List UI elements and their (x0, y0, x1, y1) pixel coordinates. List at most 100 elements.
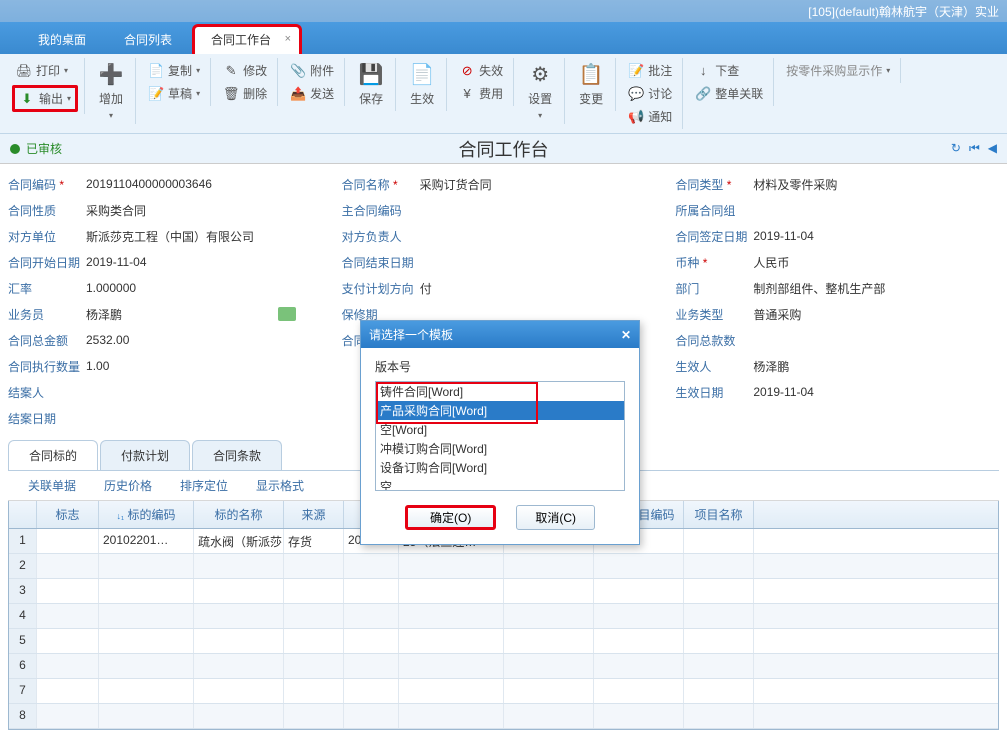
cell (344, 554, 399, 578)
cell (344, 704, 399, 728)
cell (37, 654, 99, 678)
floppy-icon: 💾 (359, 62, 383, 86)
cell (594, 554, 684, 578)
col-pname[interactable]: 项目名称 (684, 501, 754, 528)
ok-button[interactable]: 确定(O) (405, 505, 496, 530)
setup-button[interactable]: ⚙设置▾ (522, 60, 558, 122)
cell (99, 604, 194, 628)
draft-icon: 📝 (148, 86, 164, 102)
cell (284, 554, 344, 578)
gear-icon: ⚙ (528, 62, 552, 86)
cell (99, 654, 194, 678)
change-button[interactable]: 📋变更 (573, 60, 609, 109)
table-row[interactable]: 2 (9, 554, 998, 579)
list-item[interactable]: 空 (376, 477, 624, 491)
cell (594, 604, 684, 628)
cell (284, 629, 344, 653)
forbid-icon: ⊘ (459, 63, 475, 79)
label-nature: 合同性质 (8, 202, 80, 219)
void-button[interactable]: ⊘失效 (455, 60, 507, 81)
list-item[interactable]: 空[Word] (376, 420, 624, 439)
label-effd: 生效日期 (675, 384, 747, 401)
print-button[interactable]: 🖨 打印 ▾ (12, 60, 78, 81)
cell: 疏水阀（斯派莎… (194, 529, 284, 553)
cost-button[interactable]: ¥费用 (455, 83, 507, 104)
dialog-title-text: 请选择一个模板 (369, 326, 453, 343)
attach-button[interactable]: 📎附件 (286, 60, 338, 81)
copy-button[interactable]: 📄复制▾ (144, 60, 204, 81)
refresh-icon[interactable]: ↻ (951, 141, 961, 156)
table-row[interactable]: 8 (9, 704, 998, 729)
cell (99, 554, 194, 578)
export-button[interactable]: ⬇ 输出 ▾ (12, 85, 78, 112)
table-row[interactable]: 3 (9, 579, 998, 604)
cell (37, 579, 99, 603)
subtab-payplan[interactable]: 付款计划 (100, 440, 190, 470)
prev-icon[interactable]: ◀ (988, 141, 997, 156)
cell (684, 554, 754, 578)
list-item[interactable]: 冲模订购合同[Word] (376, 439, 624, 458)
label-qty: 合同执行数量 (8, 358, 80, 375)
col-name[interactable]: 标的名称 (194, 501, 284, 528)
filter-sort[interactable]: 排序定位 (180, 477, 228, 494)
delete-button[interactable]: 🗑删除 (219, 83, 271, 104)
list-item[interactable]: 设备订购合同[Word] (376, 458, 624, 477)
cell (99, 579, 194, 603)
col-rownum[interactable] (9, 501, 37, 528)
cell: 2 (9, 554, 37, 578)
modify-button[interactable]: ✎修改 (219, 60, 271, 81)
label-owner: 业务员 (8, 306, 80, 323)
cancel-button[interactable]: 取消(C) (516, 505, 595, 530)
draft-button[interactable]: 📝草稿▾ (144, 83, 204, 104)
notify-button[interactable]: 📢通知 (624, 106, 676, 127)
subtab-target[interactable]: 合同标的 (8, 440, 98, 470)
filter-rel[interactable]: 关联单据 (28, 477, 76, 494)
dialog-titlebar[interactable]: 请选择一个模板 ✕ (361, 321, 639, 348)
col-flag[interactable]: 标志 (37, 501, 99, 528)
filter-disp[interactable]: 显示格式 (256, 477, 304, 494)
list-item[interactable]: 铸件合同[Word] (376, 382, 624, 401)
tab-bench[interactable]: 合同工作台 × (192, 24, 302, 54)
assoc-button[interactable]: 🔗整单关联 (691, 83, 767, 104)
add-button[interactable]: ➕ 增加▾ (93, 60, 129, 122)
first-icon[interactable]: ⏮ (969, 141, 980, 156)
label-curr: 币种 (675, 254, 747, 271)
label-end: 合同结束日期 (342, 254, 414, 271)
effect-button[interactable]: 📄生效 (404, 60, 440, 109)
paperclip-icon: 📎 (290, 63, 306, 79)
table-row[interactable]: 7 (9, 679, 998, 704)
down-button[interactable]: ↓下查 (691, 60, 767, 81)
col-src[interactable]: 来源 (284, 501, 344, 528)
col-code[interactable]: ↓₁ 标的编码 (99, 501, 194, 528)
cell (99, 679, 194, 703)
list-item[interactable]: 产品采购合同[Word] (376, 401, 624, 420)
close-icon[interactable]: ✕ (621, 328, 631, 342)
sort-icon: ↓₁ (117, 511, 125, 521)
cell (594, 654, 684, 678)
subtab-terms[interactable]: 合同条款 (192, 440, 282, 470)
table-row[interactable]: 6 (9, 654, 998, 679)
dialog-label: 版本号 (375, 358, 625, 375)
cell: 7 (9, 679, 37, 703)
cell (194, 679, 284, 703)
close-icon[interactable]: × (285, 33, 291, 45)
tab-desk[interactable]: 我的桌面 (20, 25, 104, 54)
label-party: 对方单位 (8, 228, 80, 245)
save-button[interactable]: 💾保存 (353, 60, 389, 109)
cell: 6 (9, 654, 37, 678)
chevron-down-icon: ▾ (64, 66, 68, 75)
person-icon[interactable] (278, 307, 296, 321)
template-listbox[interactable]: 铸件合同[Word]产品采购合同[Word]空[Word]冲模订购合同[Word… (375, 381, 625, 491)
table-row[interactable]: 5 (9, 629, 998, 654)
parts-button[interactable]: 按零件采购显示作▾ (782, 60, 894, 81)
tab-list[interactable]: 合同列表 (106, 25, 190, 54)
discuss-button[interactable]: 💬讨论 (624, 83, 676, 104)
cell (399, 604, 504, 628)
cell (284, 579, 344, 603)
send-button[interactable]: 📤发送 (286, 83, 338, 104)
cell (344, 679, 399, 703)
table-row[interactable]: 4 (9, 604, 998, 629)
approve-button[interactable]: 📝批注 (624, 60, 676, 81)
filter-hist[interactable]: 历史价格 (104, 477, 152, 494)
cell (504, 604, 594, 628)
